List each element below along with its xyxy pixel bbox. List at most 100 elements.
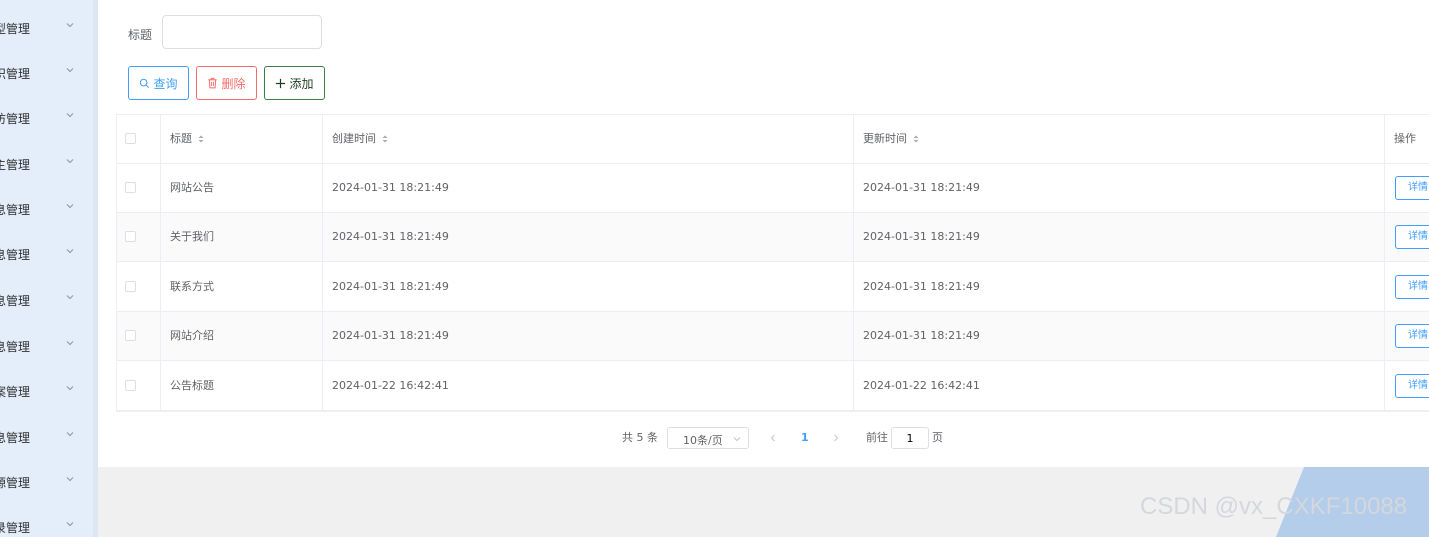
sidebar-item-label: 录管理 [0,521,31,535]
delete-button-label: 删除 [221,76,246,91]
sidebar-item-label: 型管理 [0,22,31,36]
add-button[interactable]: 添加 [264,66,325,100]
chevron-down-icon [66,386,74,391]
table-row: 网站介绍 2024-01-31 18:21:49 2024-01-31 18:2… [117,312,1429,361]
table-row: 公告标题 2024-01-22 16:42:41 2024-01-22 16:4… [117,362,1429,411]
sidebar-item-label: 息管理 [0,294,31,308]
cell-created: 2024-01-31 18:21:49 [332,181,449,194]
cell-created: 2024-01-31 18:21:49 [332,329,449,342]
column-header-title[interactable]: 标题 [170,115,205,163]
sidebar-item-label: 息管理 [0,340,31,354]
cell-title: 网站公告 [170,181,214,194]
search-label: 标题 [128,28,153,42]
detail-button[interactable]: 详情 [1395,374,1429,398]
query-button[interactable]: 查询 [128,66,189,100]
search-input[interactable] [162,15,322,49]
data-table: 标题 创建时间 更新时间 操作 网站公告 2024-01-31 18:21:49… [116,114,1429,412]
sort-icon [382,135,388,143]
sidebar-item-label: 案管理 [0,385,31,399]
sidebar: 型管理 识管理 访管理 主管理 息管理 息管理 息管理 息管理 案管理 息管理 … [0,0,93,537]
page-number-current[interactable]: 1 [801,424,809,452]
sidebar-item-3[interactable]: 访管理 [0,106,93,128]
goto-prefix: 前往 [866,431,888,444]
trash-icon [208,77,218,89]
cell-title: 网站介绍 [170,329,214,342]
column-header-label: 标题 [170,132,192,145]
column-divider [853,115,854,411]
cell-updated: 2024-01-31 18:21:49 [863,230,980,243]
row-checkbox[interactable] [125,330,136,341]
column-header-created[interactable]: 创建时间 [332,115,389,163]
sidebar-item-10[interactable]: 息管理 [0,425,93,447]
table-header-row: 标题 创建时间 更新时间 操作 [117,115,1429,164]
detail-button[interactable]: 详情 [1395,225,1429,249]
chevron-down-icon [66,341,74,346]
sidebar-item-9[interactable]: 案管理 [0,379,93,401]
cell-title: 关于我们 [170,230,214,243]
select-all-checkbox[interactable] [125,133,136,144]
goto-suffix: 页 [932,431,943,444]
sidebar-item-label: 息管理 [0,248,31,262]
row-checkbox[interactable] [125,380,136,391]
sidebar-item-12[interactable]: 录管理 [0,515,93,537]
column-header-label: 创建时间 [332,132,376,145]
row-checkbox[interactable] [125,231,136,242]
row-checkbox[interactable] [125,281,136,292]
sidebar-item-label: 识管理 [0,67,31,81]
page-size-select[interactable]: 10条/页 [667,427,749,449]
detail-button[interactable]: 详情 [1395,275,1429,299]
chevron-down-icon [66,477,74,482]
sidebar-item-label: 源管理 [0,476,31,490]
chevron-down-icon [66,204,74,209]
column-divider [160,115,161,411]
sidebar-item-4[interactable]: 主管理 [0,152,93,174]
cell-created: 2024-01-31 18:21:49 [332,230,449,243]
chevron-down-icon [66,432,74,437]
pagination-total: 共 5 条 [622,431,658,444]
sidebar-item-7[interactable]: 息管理 [0,288,93,310]
sidebar-item-8[interactable]: 息管理 [0,334,93,356]
detail-button[interactable]: 详情 [1395,324,1429,348]
column-divider [322,115,323,411]
cell-updated: 2024-01-31 18:21:49 [863,280,980,293]
chevron-down-icon [66,522,74,527]
cell-updated: 2024-01-31 18:21:49 [863,181,980,194]
sidebar-item-11[interactable]: 源管理 [0,470,93,492]
column-header-label: 更新时间 [863,132,907,145]
sidebar-item-label: 息管理 [0,203,31,217]
chevron-down-icon [66,295,74,300]
chevron-down-icon [66,23,74,28]
watermark-text: CSDN @vx_CXKF10088 [1140,493,1408,520]
page-size-value: 10条/页 [683,434,723,447]
cell-updated: 2024-01-22 16:42:41 [863,379,980,392]
chevron-down-icon [66,249,74,254]
sidebar-item-2[interactable]: 识管理 [0,61,93,83]
column-header-updated[interactable]: 更新时间 [863,115,920,163]
sidebar-item-label: 主管理 [0,158,31,172]
delete-button[interactable]: 删除 [196,66,257,100]
chevron-down-icon [66,159,74,164]
chevron-down-icon [66,113,74,118]
next-page-icon[interactable] [831,433,841,443]
chevron-down-icon [733,437,741,442]
column-divider [1384,115,1385,411]
sidebar-item-6[interactable]: 息管理 [0,242,93,264]
cell-created: 2024-01-22 16:42:41 [332,379,449,392]
prev-page-icon[interactable] [768,433,778,443]
sort-icon [913,135,919,143]
cell-title: 公告标题 [170,379,214,392]
sidebar-item-label: 访管理 [0,112,31,126]
table-row: 网站公告 2024-01-31 18:21:49 2024-01-31 18:2… [117,164,1429,213]
cell-title: 联系方式 [170,280,214,293]
sidebar-item-label: 息管理 [0,431,31,445]
row-checkbox[interactable] [125,182,136,193]
table-row: 联系方式 2024-01-31 18:21:49 2024-01-31 18:2… [117,263,1429,312]
sort-icon [198,135,204,143]
cell-created: 2024-01-31 18:21:49 [332,280,449,293]
sidebar-item-1[interactable]: 型管理 [0,16,93,38]
sidebar-item-5[interactable]: 息管理 [0,197,93,219]
goto-page-input[interactable] [891,427,929,449]
main-content: 标题 查询 删除 添加 标题 创建时间 更新时间 操作 网站公告 2024-01… [98,0,1429,467]
plus-icon [276,78,286,88]
detail-button[interactable]: 详情 [1395,176,1429,200]
